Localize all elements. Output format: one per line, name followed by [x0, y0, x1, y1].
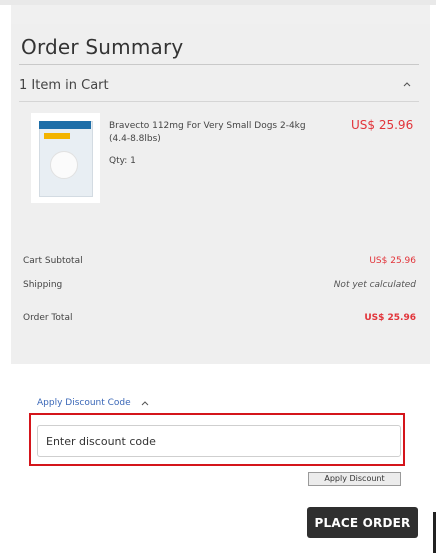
product-name[interactable]: Bravecto 112mg For Very Small Dogs 2-4kg… [109, 120, 329, 146]
chevron-up-icon[interactable] [400, 77, 414, 91]
apply-discount-toggle[interactable]: Apply Discount Code [37, 398, 131, 408]
shipping-value: Not yet calculated [333, 280, 416, 290]
product-box-stripe [39, 121, 91, 129]
top-strip [0, 0, 436, 5]
shipping-label: Shipping [23, 280, 63, 290]
dog-image [50, 151, 78, 179]
place-order-button[interactable]: PLACE ORDER [307, 507, 418, 538]
right-gutter [430, 5, 436, 553]
product-thumbnail[interactable] [31, 113, 100, 203]
order-total-value: US$ 25.96 [364, 313, 416, 323]
product-quantity: Qty: 1 [109, 156, 136, 166]
subtotal-label: Cart Subtotal [23, 256, 83, 266]
page-title: Order Summary [21, 35, 184, 59]
title-divider [19, 64, 419, 65]
cart-count-toggle[interactable]: 1 Item in Cart [19, 78, 109, 93]
discount-code-input[interactable] [37, 425, 401, 457]
left-gutter [0, 5, 11, 553]
cart-divider [19, 101, 419, 102]
product-brand-mark [44, 133, 70, 139]
apply-discount-button[interactable]: Apply Discount [308, 472, 401, 486]
product-price: US$ 25.96 [351, 118, 414, 132]
subtotal-value: US$ 25.96 [369, 256, 416, 266]
order-total-label: Order Total [23, 313, 73, 323]
chevron-up-icon[interactable] [140, 398, 150, 408]
